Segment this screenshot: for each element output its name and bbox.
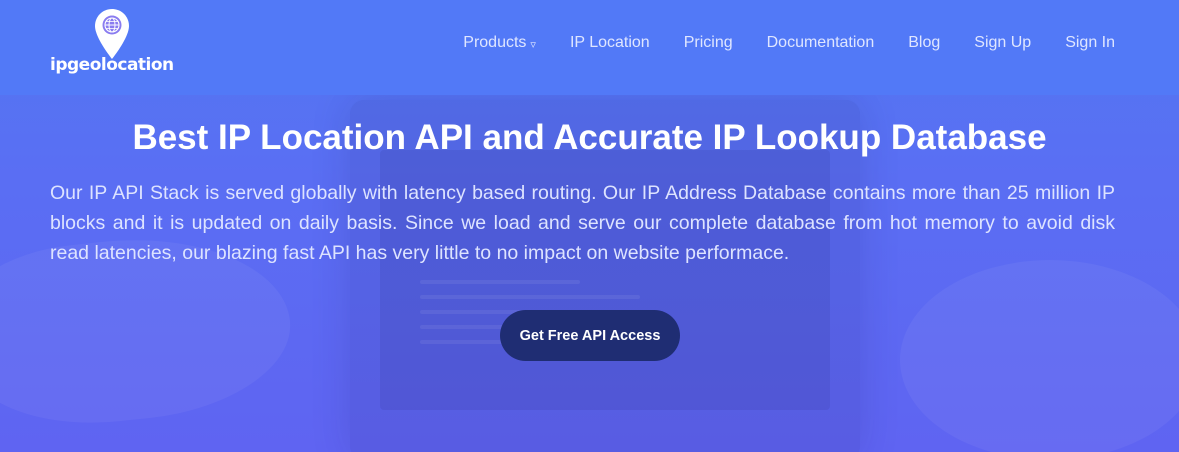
chevron-down-icon: ▿ (530, 38, 536, 51)
map-pin-globe-icon (95, 9, 129, 59)
nav-item-ip-location[interactable]: IP Location (570, 34, 650, 52)
hero-title: Best IP Location API and Accurate IP Loo… (132, 118, 1047, 157)
nav-item-sign-up[interactable]: Sign Up (974, 34, 1031, 52)
nav-item-label: Products (463, 34, 527, 51)
background-code-line (420, 295, 640, 299)
nav-item-blog[interactable]: Blog (908, 34, 940, 52)
nav-item-products[interactable]: Products ▿ (463, 34, 536, 52)
hero-description: Our IP API Stack is served globally with… (50, 182, 1115, 264)
main-nav: Products ▿ IP Location Pricing Documenta… (463, 34, 1115, 52)
nav-item-documentation[interactable]: Documentation (767, 34, 875, 52)
background-blob-right (900, 260, 1179, 452)
background-code-line (420, 280, 580, 284)
brand-logo[interactable]: ipgeolocation (50, 8, 175, 80)
nav-item-pricing[interactable]: Pricing (684, 34, 733, 52)
site-header: ipgeolocation Products ▿ IP Location Pri… (0, 0, 1179, 95)
brand-name: ipgeolocation (50, 55, 174, 75)
get-free-api-access-button[interactable]: Get Free API Access (500, 310, 680, 361)
nav-item-sign-in[interactable]: Sign In (1065, 34, 1115, 52)
